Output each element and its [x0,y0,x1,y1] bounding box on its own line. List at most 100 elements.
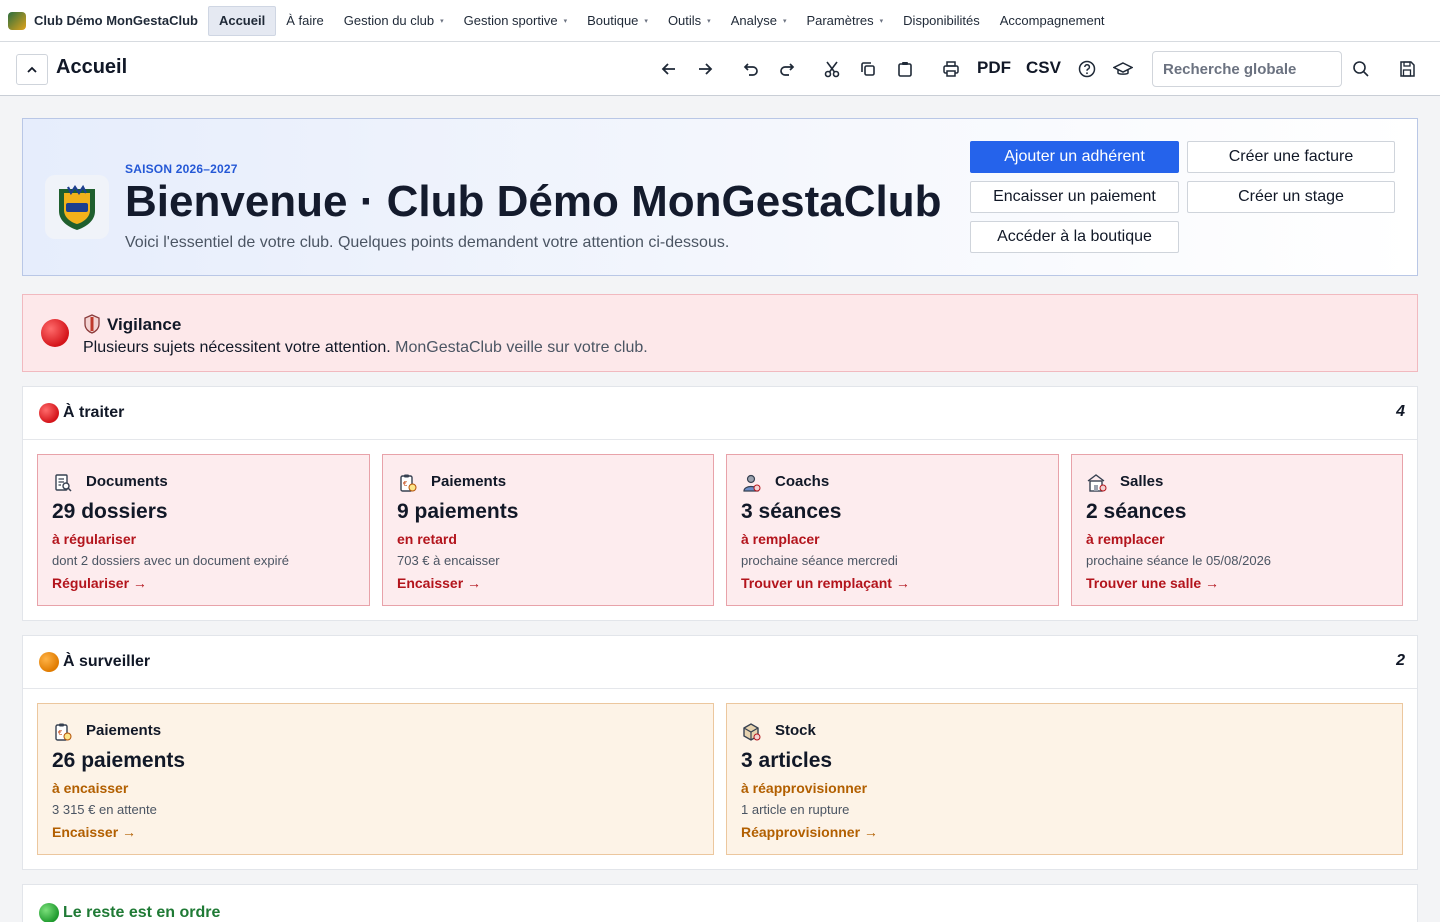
card-detail: 703 € à encaisser [397,553,500,568]
top-menubar: Club Démo MonGestaClub Accueil À faire G… [0,0,1440,42]
card-category: Coachs [775,473,830,490]
card-status: à remplacer [1086,531,1165,547]
card-detail: prochaine séance le 05/08/2026 [1086,553,1272,568]
menu-label: Gestion du club [343,13,435,28]
menu-label: À faire [286,13,324,28]
add-member-button[interactable]: Ajouter un adhérent [970,141,1179,173]
section-to-handle: À traiter 4 Documents 29 dossiers à régu… [22,386,1418,621]
welcome-hero: SAISON 2026–2027 Bienvenue · Club Démo M… [22,118,1418,276]
chevron-down-icon: ▾ [879,17,884,25]
card-pending-payments[interactable]: € Paiements 26 paiements à encaisser 3 3… [37,703,714,855]
welcome-title: Bienvenue · Club Démo MonGestaClub [125,177,942,226]
welcome-subtitle: Voici l'essentiel de votre club. Quelque… [125,234,730,251]
graduation-cap-icon[interactable] [1111,57,1135,81]
chevron-up-icon [27,66,37,73]
chevron-down-icon: ▾ [782,17,787,25]
card-detail: 1 article en rupture [741,802,850,817]
back-arrow-icon[interactable] [657,57,681,81]
copy-icon[interactable] [856,57,880,81]
collect-link[interactable]: Encaisser → [52,824,136,840]
help-icon[interactable] [1075,57,1099,81]
menu-label: Boutique [587,13,639,28]
global-search-input[interactable] [1152,51,1342,87]
paste-icon[interactable] [893,57,917,81]
pdf-button[interactable]: PDF [977,58,1011,78]
menu-item-boutique[interactable]: Boutique ▾ [577,6,658,36]
card-category: Paiements [86,722,162,739]
vigilance-title: Vigilance [107,315,182,334]
section-count: 2 [1396,652,1405,669]
brand-name: Club Démo MonGestaClub [34,13,198,28]
menu-item-accueil[interactable]: Accueil [207,5,277,36]
menu-label: Disponibilités [903,13,980,28]
collapse-button[interactable] [16,54,48,85]
menu-item-outils[interactable]: Outils ▾ [658,6,721,36]
chevron-down-icon: ▾ [644,17,648,25]
card-detail: dont 2 dossiers avec un document expiré [52,553,290,568]
find-room-link[interactable]: Trouver une salle → [1086,575,1219,591]
restock-link[interactable]: Réapprovisionner → [741,824,878,840]
section-to-watch: À surveiller 2 € Paiements 26 paiements … [22,635,1418,870]
red-status-icon [39,403,59,423]
card-category: Documents [86,473,168,490]
search-icon[interactable] [1349,57,1373,81]
card-number: 3 séances [741,500,842,523]
menu-label: Paramètres [806,13,874,28]
card-status: à encaisser [52,780,129,796]
find-substitute-link[interactable]: Trouver un remplaçant → [741,575,910,591]
scissors-icon[interactable] [820,57,844,81]
menu-label: Accompagnement [999,13,1105,28]
regularize-link[interactable]: Régulariser → [52,575,147,591]
invoice-clipboard-icon: € [52,721,74,743]
save-icon[interactable] [1395,57,1419,81]
menu-label: Gestion sportive [463,13,558,28]
redo-icon[interactable] [775,57,799,81]
season-label: SAISON 2026–2027 [125,162,238,176]
card-status: en retard [397,531,457,547]
vigilance-text: Plusieurs sujets nécessitent votre atten… [83,339,648,357]
card-status: à remplacer [741,531,820,547]
create-course-button[interactable]: Créer un stage [1187,181,1395,213]
card-stock[interactable]: Stock 3 articles à réapprovisionner 1 ar… [726,703,1403,855]
card-documents[interactable]: Documents 29 dossiers à régulariser dont… [37,454,370,606]
card-category: Salles [1120,473,1164,490]
brand[interactable]: Club Démo MonGestaClub [8,11,198,30]
vigilance-message: Plusieurs sujets nécessitent votre atten… [83,339,391,356]
menu-item-a-faire[interactable]: À faire [276,6,334,36]
card-number: 2 séances [1086,500,1187,523]
card-status: à régulariser [52,531,137,547]
chevron-down-icon: ▾ [563,17,568,25]
card-rooms[interactable]: Salles 2 séances à remplacer prochaine s… [1071,454,1403,606]
vigilance-muted: MonGestaClub veille sur votre club. [395,339,648,356]
package-icon [741,721,763,743]
card-category: Stock [775,722,816,739]
menu-item-parametres[interactable]: Paramètres ▾ [796,6,893,36]
create-invoice-button[interactable]: Créer une facture [1187,141,1395,173]
orange-status-icon [39,652,59,672]
print-icon[interactable] [939,57,963,81]
menu-item-gestion-sportive[interactable]: Gestion sportive ▾ [454,6,577,36]
invoice-clipboard-icon: € [397,472,419,494]
menu-item-accompagnement[interactable]: Accompagnement [990,6,1115,36]
collect-link[interactable]: Encaisser → [397,575,481,591]
vigilance-banner: Vigilance Plusieurs sujets nécessitent v… [22,294,1418,372]
menu-item-analyse[interactable]: Analyse ▾ [721,6,797,36]
club-logo [45,175,109,239]
csv-button[interactable]: CSV [1026,58,1061,78]
undo-icon[interactable] [739,57,763,81]
shop-button[interactable]: Accéder à la boutique [970,221,1179,253]
menu-item-gestion-club[interactable]: Gestion du club ▾ [334,6,454,36]
collect-payment-button[interactable]: Encaisser un paiement [970,181,1179,213]
document-search-icon [52,472,74,494]
coach-person-icon [741,472,763,494]
card-coaches[interactable]: Coachs 3 séances à remplacer prochaine s… [726,454,1059,606]
svg-text:€: € [403,480,407,488]
section-title: À surveiller [63,653,151,670]
card-late-payments[interactable]: € Paiements 9 paiements en retard 703 € … [382,454,714,606]
menu-item-disponibilites[interactable]: Disponibilités [893,6,990,36]
card-detail: 3 315 € en attente [52,802,157,817]
forward-arrow-icon[interactable] [693,57,717,81]
section-count: 4 [1396,403,1405,420]
menu-label: Outils [667,13,702,28]
card-number: 9 paiements [397,500,519,523]
